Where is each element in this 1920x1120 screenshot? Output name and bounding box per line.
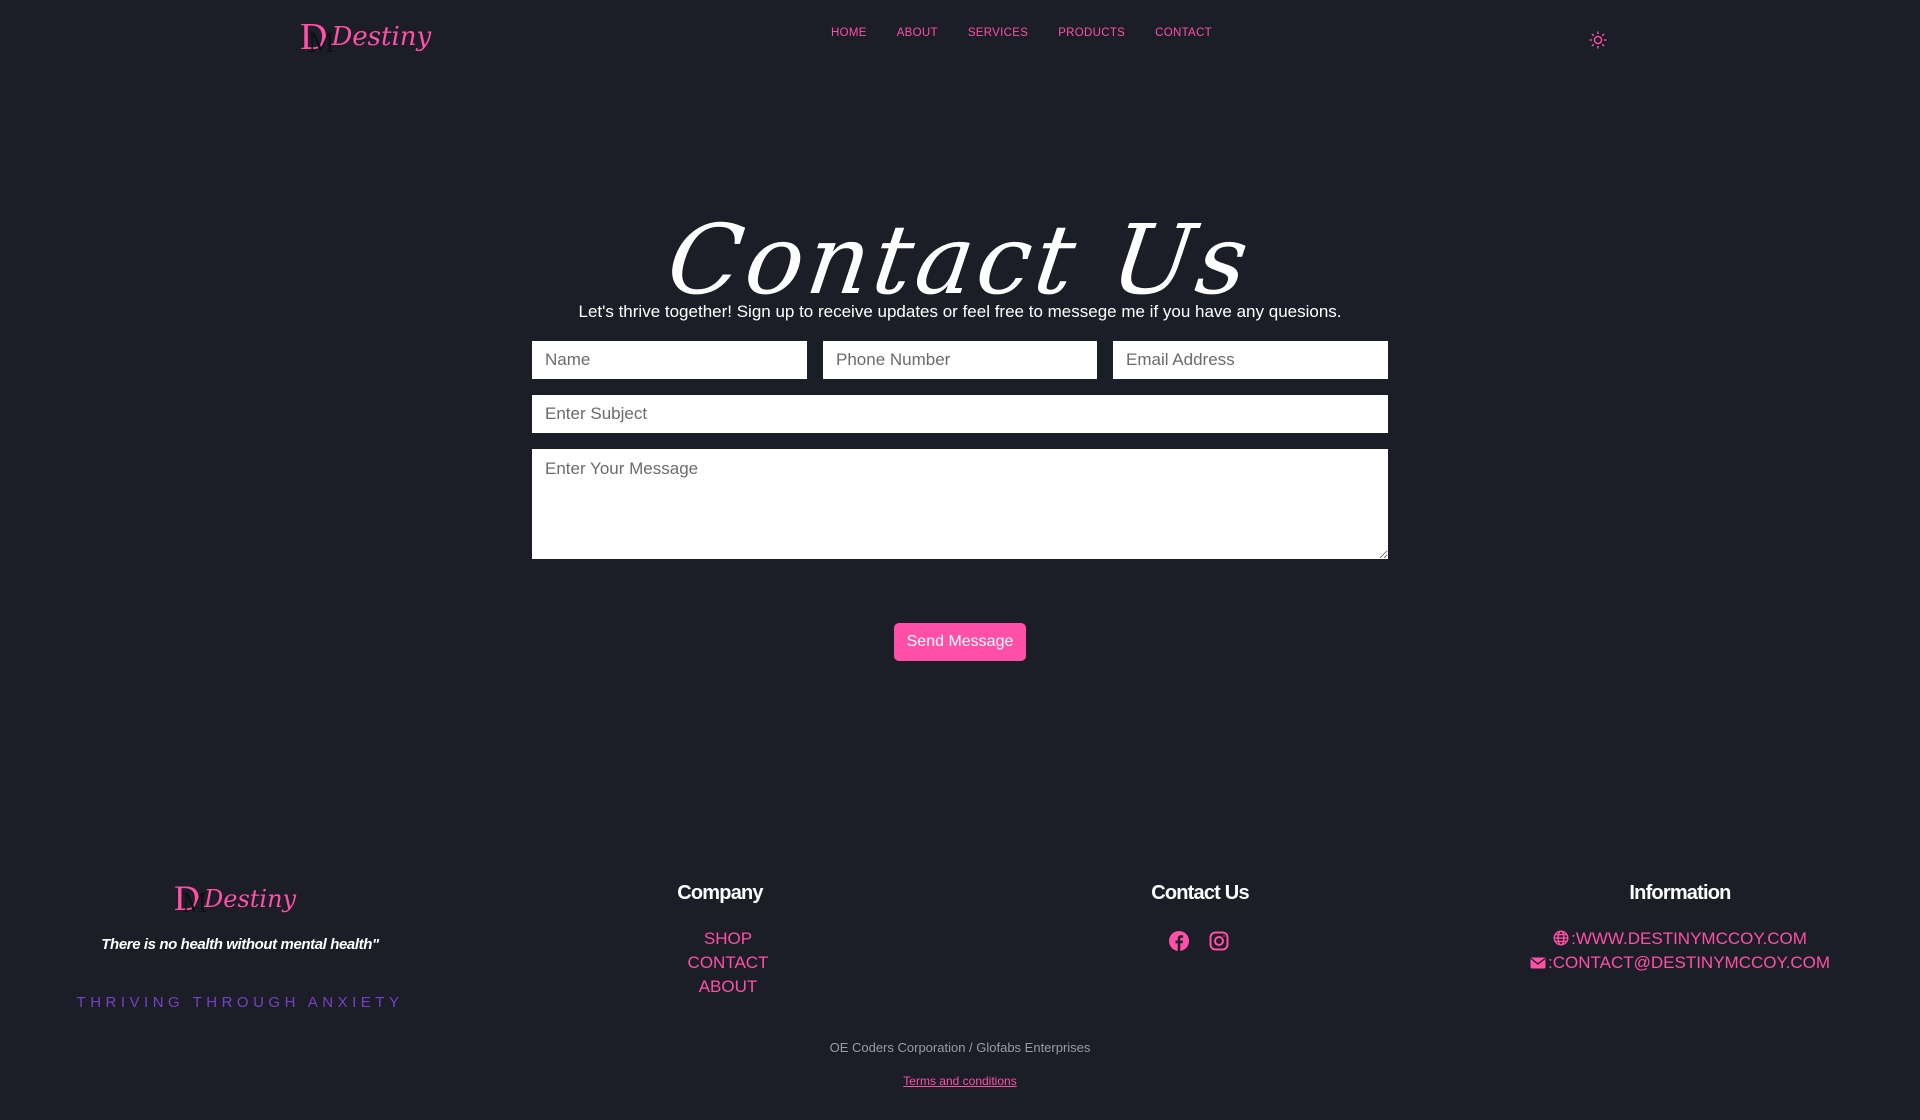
footer-tagline: THRIVING THROUGH ANXIETY (76, 994, 404, 1011)
envelope-icon (1530, 957, 1546, 969)
footer-link-contact[interactable]: CONTACT (628, 951, 828, 975)
message-field[interactable] (532, 449, 1388, 559)
main-nav: HOME ABOUT SERVICES PRODUCTS CONTACT (831, 27, 1242, 39)
nav-contact[interactable]: CONTACT (1155, 27, 1212, 39)
facebook-icon[interactable] (1168, 930, 1190, 952)
globe-icon (1553, 930, 1569, 946)
website-text: WWW.DESTINYMCCOY.COM (1575, 929, 1807, 948)
name-field[interactable] (532, 341, 807, 379)
page-title: Contact Us (661, 204, 1259, 317)
footer-company-links: SHOP CONTACT ABOUT (628, 927, 828, 999)
site-header: D M Destiny HOME ABOUT SERVICES PRODUCTS… (0, 0, 1920, 80)
footer-quote: There is no health without mental health… (101, 936, 379, 953)
logo-letter-m: M (308, 26, 335, 59)
intro-text: Let's thrive together! Sign up to receiv… (578, 302, 1342, 321)
nav-products[interactable]: PRODUCTS (1058, 27, 1125, 39)
terms-link[interactable]: Terms and conditions (903, 1074, 1016, 1088)
header-logo[interactable]: D M Destiny (300, 18, 432, 58)
footer-information-list: :WWW.DESTINYMCCOY.COM :CONTACT@DESTINYMC… (1500, 927, 1860, 975)
nav-about[interactable]: ABOUT (897, 27, 938, 39)
phone-field[interactable] (823, 341, 1097, 379)
website-link[interactable]: :WWW.DESTINYMCCOY.COM (1500, 927, 1860, 951)
footer-logo-script-name: Destiny (204, 885, 297, 913)
send-message-button[interactable]: Send Message (894, 623, 1026, 661)
email-link[interactable]: :CONTACT@DESTINYMCCOY.COM (1500, 951, 1860, 975)
instagram-icon[interactable] (1208, 930, 1230, 952)
footer-logo[interactable]: D M Destiny (174, 880, 297, 918)
page: D M Destiny HOME ABOUT SERVICES PRODUCTS… (0, 0, 1920, 1120)
logo-script-name: Destiny (331, 22, 432, 52)
footer-link-about[interactable]: ABOUT (628, 975, 828, 999)
footer-company-title: Company (677, 882, 763, 904)
footer-social-icons (1168, 930, 1230, 952)
footer-contact-title: Contact Us (1151, 882, 1249, 904)
subject-field[interactable] (532, 395, 1388, 433)
footer-logo-monogram: D M (174, 880, 207, 918)
nav-services[interactable]: SERVICES (968, 27, 1028, 39)
footer-link-shop[interactable]: SHOP (628, 927, 828, 951)
sun-icon[interactable] (1588, 30, 1608, 50)
email-field[interactable] (1113, 341, 1388, 379)
footer-information-title: Information (1629, 882, 1731, 904)
logo-monogram: D M (300, 18, 335, 58)
footer-terms: Terms and conditions (0, 1072, 1920, 1090)
footer-logo-letter-m: M (182, 888, 207, 919)
nav-home[interactable]: HOME (831, 27, 867, 39)
footer-credits: OE Coders Corporation / Glofabs Enterpri… (829, 1040, 1091, 1055)
email-text: CONTACT@DESTINYMCCOY.COM (1552, 953, 1831, 972)
